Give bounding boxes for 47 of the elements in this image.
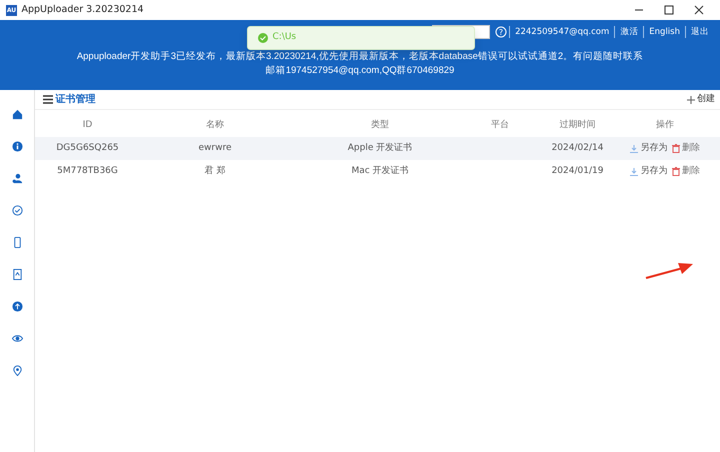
create-button[interactable]: 创建 xyxy=(686,92,716,108)
delete-link[interactable]: 删除 xyxy=(672,164,700,178)
phone-icon[interactable] xyxy=(12,236,22,248)
column-header: 名称 xyxy=(205,118,225,132)
users-icon[interactable] xyxy=(12,172,22,184)
column-header: 平台 xyxy=(490,118,510,132)
info-icon[interactable] xyxy=(12,140,22,152)
notice-text: Appuploader开发助手3已经发布，最新版本3.20230214,优先使用最新版本，老版本database错误可以试试通道2。有问题随时联系 邮箱1974527954@qq.com,QQ群670469829 xyxy=(76,50,644,78)
upload-icon[interactable] xyxy=(12,300,22,312)
table-row[interactable]: 5M778TB36G 君 郑 Mac 开发证书 2024/01/19 另存为 删除 xyxy=(35,160,720,183)
toast-text: C:\Us xyxy=(272,31,296,44)
column-header: 操作 xyxy=(655,118,675,132)
table-cell: ewrwre xyxy=(198,142,232,153)
menu-icon xyxy=(43,95,53,104)
table-cell: 2024/01/19 xyxy=(552,166,604,176)
check-circle-icon[interactable] xyxy=(12,204,22,216)
column-header: 过期时间 xyxy=(558,118,596,132)
plus-icon xyxy=(686,96,695,104)
trash-icon xyxy=(672,167,680,176)
save-as-link[interactable]: 另存为 xyxy=(630,164,668,178)
table-cell: 2024/02/14 xyxy=(552,142,604,153)
help-icon[interactable]: ? xyxy=(494,26,507,38)
success-icon xyxy=(258,33,268,43)
header-link[interactable]: 激活 xyxy=(614,26,644,38)
save-as-link[interactable]: 另存为 xyxy=(630,142,668,156)
eye-icon[interactable] xyxy=(12,332,22,344)
header-link[interactable]: English xyxy=(643,26,685,38)
table-cell: 君 郑 xyxy=(204,166,226,176)
delete-link[interactable]: 删除 xyxy=(672,142,700,156)
window-title: AppUploader 3.20230214 xyxy=(22,2,144,17)
table-cell: 5M778TB36G xyxy=(57,166,118,176)
account-email: 2242509547@qq.com xyxy=(509,26,614,38)
table-cell: Mac 开发证书 xyxy=(351,166,409,176)
document-icon[interactable] xyxy=(12,268,22,280)
column-header: ID xyxy=(82,118,94,132)
annotation-arrow xyxy=(645,262,693,279)
header-link[interactable]: 退出 xyxy=(685,26,714,38)
home-icon[interactable] xyxy=(12,108,22,120)
table-row[interactable]: DG5G6SQ265 ewrwre Apple 开发证书 2024/02/14 另存为 删除 xyxy=(35,137,720,160)
page-title: 证书管理 xyxy=(55,92,96,107)
download-icon xyxy=(630,168,638,176)
location-pin-icon[interactable] xyxy=(12,364,22,376)
trash-icon xyxy=(672,144,680,153)
table-cell: DG5G6SQ265 xyxy=(56,142,119,153)
table-cell: Apple 开发证书 xyxy=(348,142,412,153)
column-header: 类型 xyxy=(370,118,390,132)
download-icon xyxy=(630,144,638,152)
